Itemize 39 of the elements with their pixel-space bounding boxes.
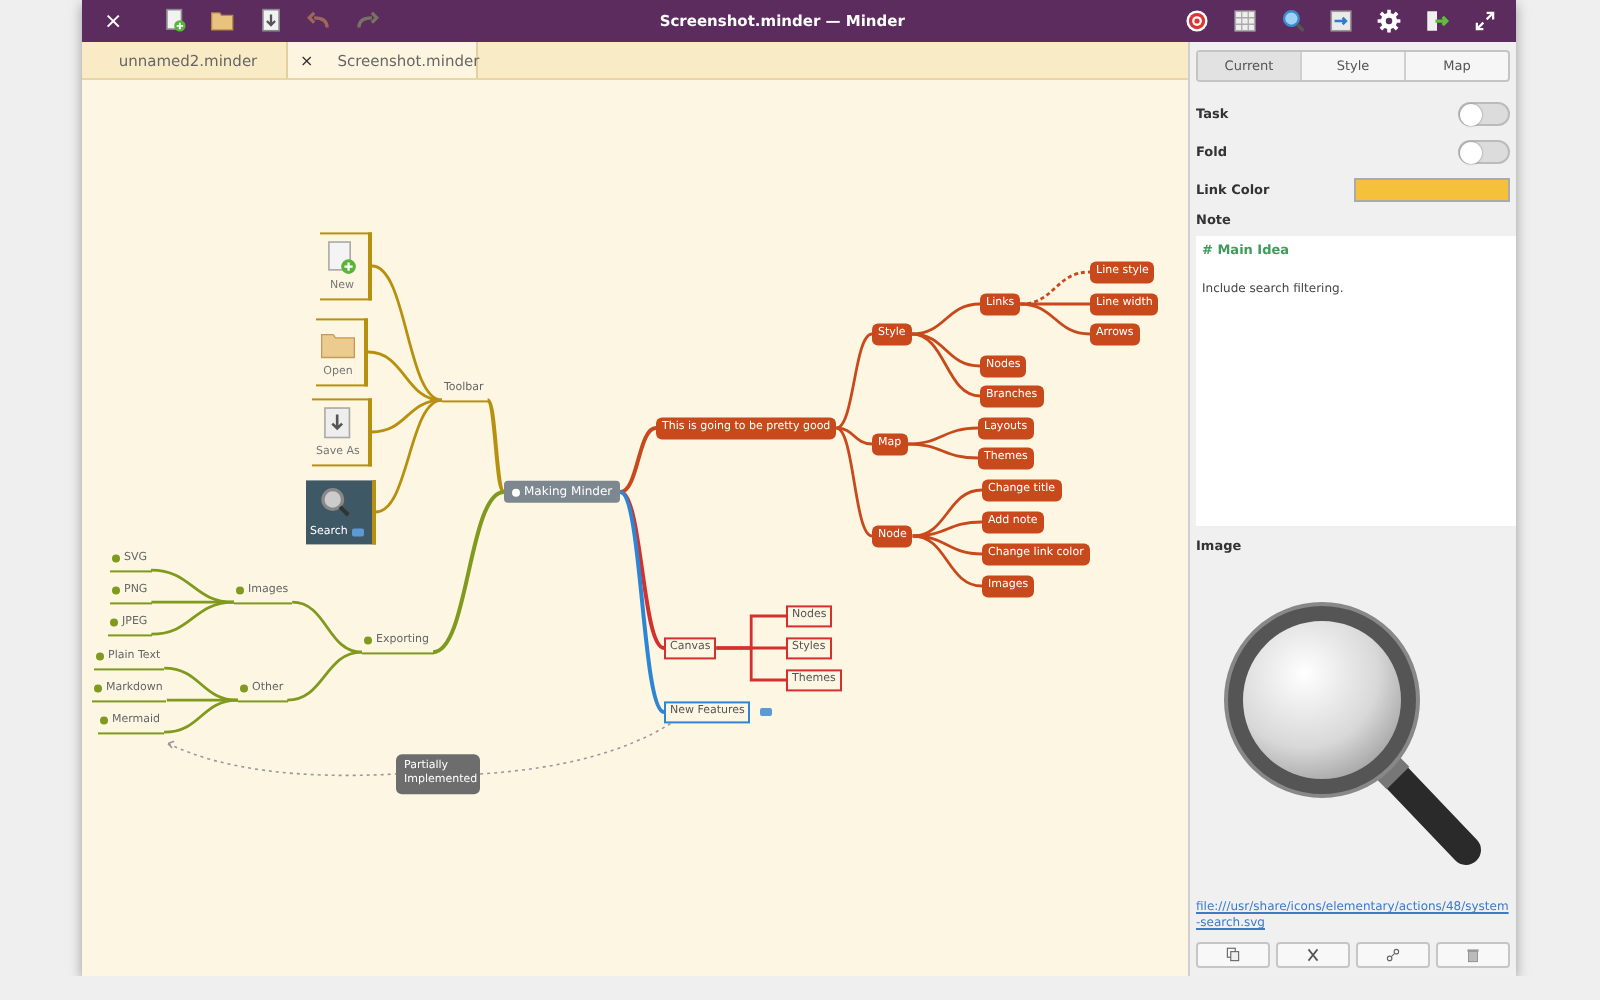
close-button[interactable]: ×: [94, 8, 133, 34]
fullscreen-icon: [1472, 8, 1498, 34]
node-dot-icon: [112, 587, 120, 595]
cut-button[interactable]: [1276, 942, 1350, 968]
node-dot-icon: [240, 685, 248, 693]
link-icon: [1384, 946, 1402, 964]
node-dot-icon: [236, 587, 244, 595]
copy-icon: [1224, 946, 1242, 964]
gear-icon: [1376, 8, 1402, 34]
tab-close-button[interactable]: ×: [300, 51, 314, 69]
branch-line: [907, 426, 979, 446]
color-swatch[interactable]: [1354, 177, 1510, 201]
download-icon: [258, 8, 285, 34]
node-dot-icon: [94, 685, 102, 693]
branch-line: [907, 442, 979, 460]
branch-line: [292, 600, 363, 654]
trash-icon: [1464, 946, 1482, 964]
search-icon: [1280, 8, 1306, 34]
node-dot-icon: [112, 555, 120, 563]
cut-icon: [1304, 946, 1322, 964]
delete-button[interactable]: [1436, 942, 1510, 968]
branch-line: [287, 650, 363, 702]
toggle-switch[interactable]: [1458, 139, 1510, 163]
new-file-icon: [162, 8, 189, 34]
new-file-icon: [324, 238, 360, 279]
undo-icon: [306, 8, 333, 34]
node-dot-icon: [110, 619, 118, 627]
folder-icon: [210, 8, 237, 34]
node-dot-icon: [96, 653, 104, 661]
copy-button[interactable]: [1196, 942, 1270, 968]
exit-icon: [1424, 8, 1450, 34]
grid-icon: [1232, 8, 1258, 34]
export-icon: [1328, 8, 1354, 34]
node-dot-icon: [364, 637, 372, 645]
target-icon: [1184, 8, 1210, 34]
node-dot-icon: [512, 488, 520, 496]
toggle-switch[interactable]: [1458, 101, 1510, 125]
redo-icon: [354, 8, 381, 34]
node-dot-icon: [100, 717, 108, 725]
